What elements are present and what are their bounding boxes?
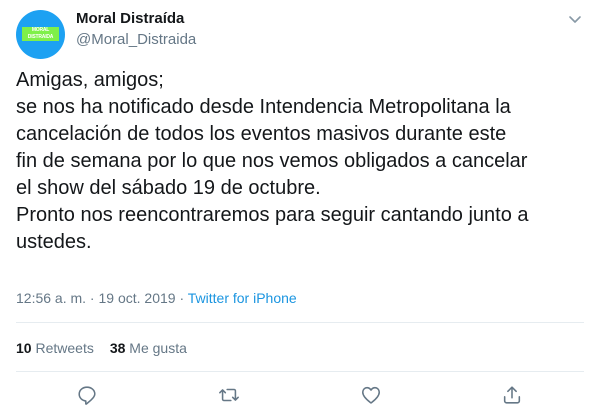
like-icon[interactable]: [360, 384, 382, 406]
avatar[interactable]: MORAL DISTRAIDA: [16, 10, 65, 59]
tweet-line: cancelación de todos los eventos masivos…: [16, 123, 507, 145]
retweets-stat[interactable]: 10 Retweets: [16, 338, 94, 358]
tweet-line: ustedes.: [16, 231, 92, 253]
tweet-line: fin de semana por lo que nos vemos oblig…: [16, 150, 528, 172]
tweet-meta: 12:56 a. m. · 19 oct. 2019 · Twitter for…: [16, 288, 297, 308]
display-name[interactable]: Moral Distraída: [76, 9, 184, 29]
retweets-label: Retweets: [35, 340, 94, 356]
likes-count: 38: [109, 340, 126, 356]
avatar-logo: MORAL DISTRAIDA: [22, 27, 59, 41]
tweet-source-link[interactable]: Twitter for iPhone: [188, 290, 297, 306]
tweet-stats: 10 Retweets 38 Me gusta: [16, 338, 187, 358]
share-icon[interactable]: [501, 384, 523, 406]
divider: [16, 371, 584, 372]
retweets-count: 10: [16, 340, 32, 356]
tweet-time[interactable]: 12:56 a. m.: [16, 290, 86, 306]
user-handle[interactable]: @Moral_Distraida: [76, 30, 196, 50]
tweet-line: el show del sábado 19 de octubre.: [16, 177, 321, 199]
meta-separator: ·: [86, 290, 99, 306]
retweet-icon[interactable]: [218, 384, 240, 406]
likes-stat[interactable]: 38 Me gusta: [110, 338, 187, 358]
meta-separator: ·: [175, 290, 188, 306]
tweet-line: se nos ha notificado desde Intendencia M…: [16, 96, 511, 118]
tweet-text: Amigas, amigos; se nos ha notificado des…: [16, 67, 588, 256]
reply-icon[interactable]: [76, 384, 98, 406]
likes-label: Me gusta: [129, 340, 187, 356]
divider: [16, 322, 584, 323]
tweet-line: Pronto nos reencontraremos para seguir c…: [16, 204, 529, 226]
chevron-down-icon[interactable]: [566, 10, 584, 28]
tweet-line: Amigas, amigos;: [16, 69, 164, 91]
tweet-date[interactable]: 19 oct. 2019: [99, 290, 176, 306]
